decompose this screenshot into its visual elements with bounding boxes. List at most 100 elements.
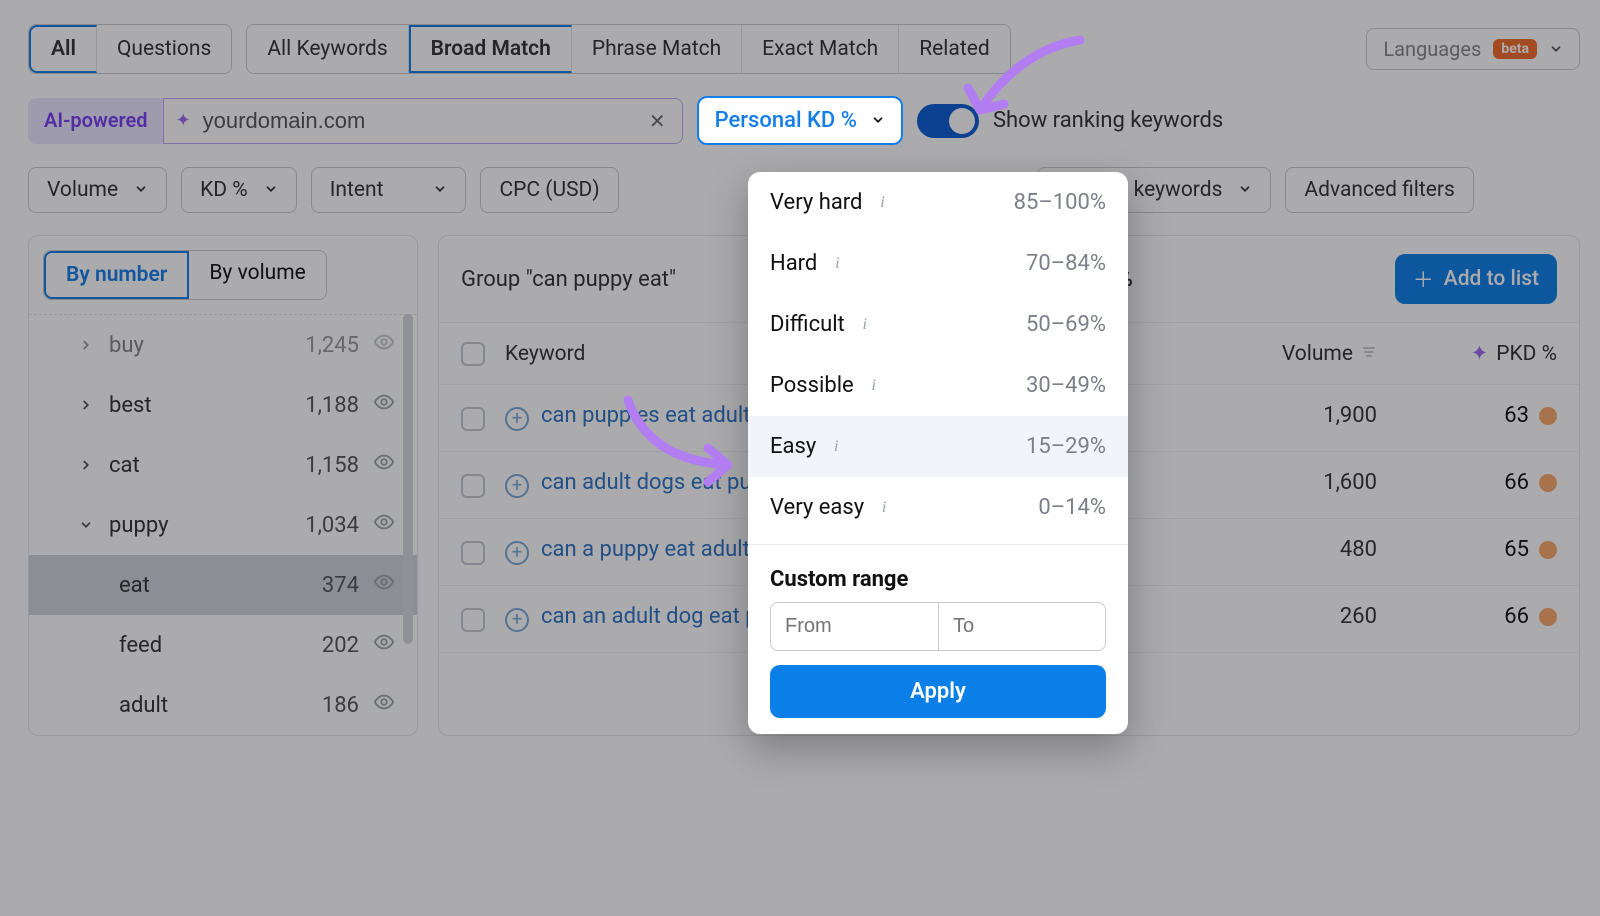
sort-desc-icon — [1361, 342, 1377, 366]
languages-label: Languages — [1383, 37, 1481, 61]
tree-item[interactable]: buy 1,245 — [29, 314, 417, 375]
tree-item-count: 1,245 — [305, 333, 359, 358]
tree-item-label: best — [109, 393, 291, 418]
kd-range-option[interactable]: Possiblei30–49% — [748, 355, 1128, 416]
eye-icon[interactable] — [373, 391, 395, 419]
expand-keyword-button[interactable]: + — [505, 474, 529, 498]
option-range: 15–29% — [1026, 434, 1106, 459]
clear-domain-button[interactable]: ✕ — [645, 105, 670, 137]
tab-by-volume[interactable]: By volume — [189, 251, 325, 299]
tree-item[interactable]: best 1,188 — [29, 375, 417, 435]
tab-all-keywords[interactable]: All Keywords — [247, 25, 408, 73]
tree-item-label: puppy — [109, 513, 291, 538]
tree-child-item[interactable]: adult186 — [29, 675, 417, 735]
chevron-right-icon — [77, 398, 95, 412]
eye-icon[interactable] — [373, 511, 395, 539]
match-segment: All Keywords Broad Match Phrase Match Ex… — [246, 24, 1010, 74]
eye-icon[interactable] — [373, 571, 395, 599]
volume-value: 260 — [1227, 604, 1377, 629]
row-checkbox[interactable] — [461, 407, 485, 431]
expand-keyword-button[interactable]: + — [505, 608, 529, 632]
filter-intent[interactable]: Intent — [311, 167, 467, 213]
tree-item-count: 374 — [322, 573, 359, 598]
tab-related[interactable]: Related — [899, 25, 1009, 73]
filter-advanced[interactable]: Advanced filters — [1285, 167, 1473, 213]
info-icon[interactable]: i — [864, 376, 884, 396]
tree-item[interactable]: puppy1,034 — [29, 495, 417, 555]
pkd-value: 66 — [1504, 470, 1529, 495]
info-icon[interactable]: i — [874, 498, 894, 518]
add-to-list-button[interactable]: ＋ Add to list — [1395, 254, 1557, 304]
chevron-down-icon — [1238, 178, 1252, 202]
info-icon[interactable]: i — [827, 254, 847, 274]
difficulty-dot-icon — [1539, 541, 1557, 559]
tree-item-label: eat — [119, 573, 308, 598]
row-checkbox[interactable] — [461, 608, 485, 632]
tab-phrase-match[interactable]: Phrase Match — [572, 25, 742, 73]
select-all-checkbox[interactable] — [461, 342, 485, 366]
option-name: Hard — [770, 251, 817, 276]
kd-range-option[interactable]: Easyi15–29% — [748, 416, 1128, 477]
chevron-right-icon — [77, 338, 95, 352]
col-pkd[interactable]: ✦PKD % — [1397, 341, 1557, 366]
apply-button[interactable]: Apply — [770, 665, 1106, 718]
tree-item[interactable]: cat 1,158 — [29, 435, 417, 495]
personal-kd-dropdown-button[interactable]: Personal KD % — [697, 96, 903, 145]
info-icon[interactable]: i — [855, 315, 875, 335]
group-tree: buy 1,245 best 1,188 cat 1,158 puppy1,034 eat 37… — [29, 314, 417, 735]
eye-icon[interactable] — [373, 631, 395, 659]
tab-by-number[interactable]: By number — [44, 251, 189, 299]
expand-keyword-button[interactable]: + — [505, 541, 529, 565]
chevron-down-icon — [134, 178, 148, 202]
domain-input[interactable] — [203, 108, 633, 134]
kd-range-option[interactable]: Very hardi85–100% — [748, 172, 1128, 233]
tree-item-count: 202 — [322, 633, 359, 658]
row-checkbox[interactable] — [461, 541, 485, 565]
tree-child-item[interactable]: eat 374 — [29, 555, 417, 615]
show-ranking-toggle[interactable] — [917, 104, 979, 138]
custom-range-label: Custom range — [748, 551, 1128, 602]
filter-kd[interactable]: KD % — [181, 167, 297, 213]
eye-icon[interactable] — [373, 331, 395, 359]
tab-broad-match[interactable]: Broad Match — [409, 25, 572, 73]
row-checkbox[interactable] — [461, 474, 485, 498]
chevron-down-icon — [264, 178, 278, 202]
custom-range-to-input[interactable] — [938, 602, 1106, 651]
tree-item-label: cat — [109, 453, 291, 478]
kd-range-option[interactable]: Very easyi0–14% — [748, 477, 1128, 538]
personal-kd-label: Personal KD % — [715, 108, 857, 133]
info-icon[interactable]: i — [872, 193, 892, 213]
chevron-down-icon — [871, 108, 885, 133]
languages-dropdown[interactable]: Languages beta — [1366, 28, 1580, 70]
personal-kd-dropdown-panel: Very hardi85–100%Hardi70–84%Difficulti50… — [748, 172, 1128, 734]
beta-badge: beta — [1493, 39, 1537, 59]
chevron-down-icon — [433, 178, 447, 202]
volume-value: 480 — [1227, 537, 1377, 562]
tree-item-count: 1,158 — [305, 453, 359, 478]
info-icon[interactable]: i — [826, 437, 846, 457]
dropdown-divider — [748, 544, 1128, 545]
expand-keyword-button[interactable]: + — [505, 407, 529, 431]
tab-questions[interactable]: Questions — [97, 25, 231, 73]
eye-icon[interactable] — [373, 451, 395, 479]
domain-input-wrap: ✦ ✕ — [163, 98, 683, 144]
col-volume[interactable]: Volume — [1227, 342, 1377, 366]
tree-child-item[interactable]: feed202 — [29, 615, 417, 675]
tree-item-label: buy — [109, 333, 291, 358]
pkd-value: 65 — [1504, 537, 1529, 562]
volume-value: 1,900 — [1227, 403, 1377, 428]
keyword-groups-panel: By number By volume buy 1,245 best 1,188 cat… — [28, 235, 418, 736]
eye-icon[interactable] — [373, 691, 395, 719]
sparkle-icon: ✦ — [176, 110, 191, 131]
kd-range-option[interactable]: Hardi70–84% — [748, 233, 1128, 294]
filter-cpc[interactable]: CPC (USD) — [480, 167, 618, 213]
option-name: Possible — [770, 373, 854, 398]
tab-exact-match[interactable]: Exact Match — [742, 25, 899, 73]
tree-item-count: 1,188 — [305, 393, 359, 418]
filter-volume[interactable]: Volume — [28, 167, 167, 213]
difficulty-dot-icon — [1539, 407, 1557, 425]
kd-range-option[interactable]: Difficulti50–69% — [748, 294, 1128, 355]
custom-range-from-input[interactable] — [770, 602, 938, 651]
tab-all[interactable]: All — [29, 25, 97, 73]
pkd-value: 66 — [1504, 604, 1529, 629]
